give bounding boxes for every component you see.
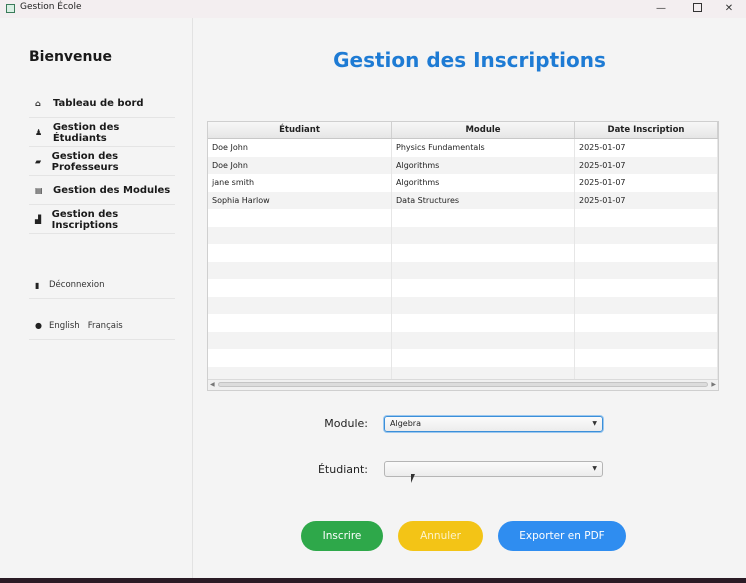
- cell-module: Data Structures: [392, 191, 575, 209]
- column-header-module[interactable]: Module: [392, 122, 575, 138]
- cancel-button[interactable]: Annuler: [398, 521, 483, 551]
- sidebar-item-students[interactable]: ♟ Gestion des Étudiants: [29, 119, 175, 147]
- globe-icon: ●: [35, 321, 42, 330]
- app-icon: [6, 4, 15, 13]
- table-row[interactable]: Sophia Harlow Data Structures 2025-01-07: [208, 191, 718, 209]
- sidebar-item-enrollments[interactable]: ▟ Gestion des Inscriptions: [29, 206, 175, 234]
- sidebar-item-label: Gestion des Inscriptions: [51, 208, 119, 231]
- empty-row: [208, 331, 718, 349]
- student-icon: ♟: [35, 128, 43, 137]
- empty-row: [208, 279, 718, 297]
- sidebar-item-dashboard[interactable]: ⌂ Tableau de bord: [29, 90, 175, 118]
- empty-row: [208, 244, 718, 262]
- chevron-down-icon: ▼: [592, 465, 597, 472]
- empty-row: [208, 296, 718, 314]
- sidebar-item-modules[interactable]: ▤ Gestion des Modules: [29, 177, 175, 205]
- student-select[interactable]: ▼: [384, 461, 603, 477]
- module-select-value: Algebra: [390, 419, 421, 428]
- module-label: Module:: [324, 417, 368, 430]
- title-bar: Gestion École — ✕: [0, 0, 746, 18]
- logout-icon: ▮: [35, 280, 40, 290]
- close-button[interactable]: ✕: [712, 1, 746, 17]
- export-pdf-button[interactable]: Exporter en PDF: [498, 521, 626, 551]
- column-header-date[interactable]: Date Inscription: [575, 122, 718, 138]
- scroll-left-icon[interactable]: ◀: [210, 380, 215, 390]
- chevron-down-icon: ▼: [592, 420, 597, 427]
- app-window: Gestion École — ✕ Bienvenue ⌂ Tableau de…: [0, 0, 746, 578]
- empty-row: [208, 261, 718, 279]
- sidebar-nav: ⌂ Tableau de bord ♟ Gestion des Étudiant…: [29, 90, 175, 235]
- student-label: Étudiant:: [317, 463, 368, 476]
- cell-student: jane smith: [208, 174, 392, 192]
- horizontal-scrollbar[interactable]: ◀ ▶: [208, 379, 718, 390]
- home-icon: ⌂: [35, 99, 41, 108]
- empty-row: [208, 209, 718, 227]
- cell-student: Doe John: [208, 139, 392, 157]
- scrollbar-thumb[interactable]: [218, 382, 708, 387]
- sidebar-item-label: Gestion des Modules: [53, 185, 171, 196]
- maximize-icon: [692, 2, 702, 12]
- book-icon: ▤: [35, 186, 43, 195]
- cell-student: Doe John: [208, 156, 392, 174]
- empty-row: [208, 226, 718, 244]
- empty-row: [208, 349, 718, 367]
- desktop-background: [0, 578, 746, 583]
- language-french[interactable]: Français: [88, 321, 123, 331]
- logout-button[interactable]: ▮ Déconnexion: [29, 272, 175, 299]
- logout-label: Déconnexion: [49, 280, 105, 290]
- module-select[interactable]: Algebra ▼: [384, 416, 603, 432]
- table-body: Doe John Physics Fundamentals 2025-01-07…: [208, 139, 718, 384]
- enroll-button[interactable]: Inscrire: [301, 521, 383, 551]
- cell-date: 2025-01-07: [575, 191, 718, 209]
- language-switcher: ● English Français: [29, 312, 175, 340]
- cell-date: 2025-01-07: [575, 139, 718, 157]
- page-title: Gestion des Inscriptions: [333, 48, 606, 72]
- language-english[interactable]: English: [49, 321, 80, 331]
- scroll-right-icon[interactable]: ▶: [711, 380, 716, 390]
- cell-date: 2025-01-07: [575, 156, 718, 174]
- column-header-student[interactable]: Étudiant: [208, 122, 392, 138]
- empty-row: [208, 314, 718, 332]
- cell-student: Sophia Harlow: [208, 191, 392, 209]
- cell-module: Algorithms: [392, 174, 575, 192]
- welcome-heading: Bienvenue: [29, 49, 112, 65]
- cell-module: Physics Fundamentals: [392, 139, 575, 157]
- enrollments-table: Étudiant Module Date Inscription Doe Joh…: [207, 121, 719, 391]
- sidebar: Bienvenue ⌂ Tableau de bord ♟ Gestion de…: [0, 18, 193, 578]
- mouse-cursor-icon: [411, 474, 415, 483]
- table-row[interactable]: Doe John Algorithms 2025-01-07: [208, 156, 718, 174]
- sidebar-item-teachers[interactable]: ▰ Gestion des Professeurs: [29, 148, 175, 176]
- minimize-button[interactable]: —: [644, 1, 678, 17]
- sidebar-item-label: Tableau de bord: [53, 98, 144, 109]
- table-row[interactable]: jane smith Algorithms 2025-01-07: [208, 174, 718, 192]
- sidebar-item-label: Gestion des Professeurs: [51, 150, 119, 173]
- table-header: Étudiant Module Date Inscription: [208, 122, 718, 139]
- sidebar-item-label: Gestion des Étudiants: [52, 121, 120, 144]
- enroll-icon: ▟: [35, 215, 42, 224]
- table-row[interactable]: Doe John Physics Fundamentals 2025-01-07: [208, 139, 718, 157]
- maximize-button[interactable]: [680, 1, 714, 17]
- teacher-icon: ▰: [35, 157, 42, 166]
- cell-module: Algorithms: [392, 156, 575, 174]
- cell-date: 2025-01-07: [575, 174, 718, 192]
- window-title: Gestion École: [20, 2, 82, 12]
